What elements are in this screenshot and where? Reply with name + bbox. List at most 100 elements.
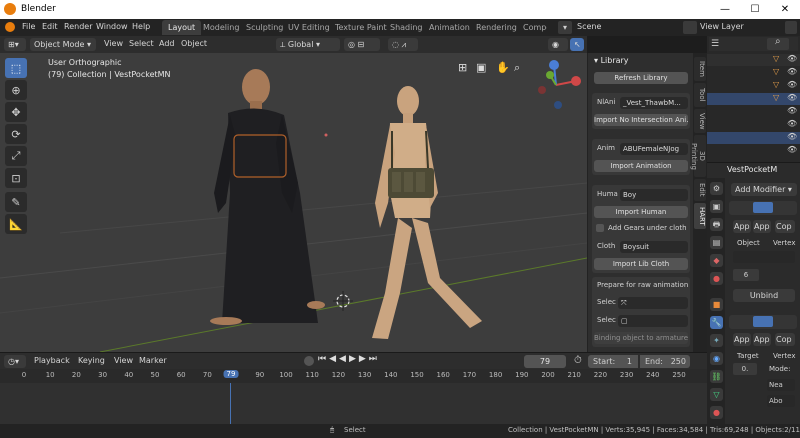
timeline-menu-view[interactable]: View xyxy=(114,356,133,365)
scene-icon[interactable]: ▾ xyxy=(558,21,572,34)
visibility-icon[interactable]: ◉ xyxy=(548,38,568,51)
copy-button-2[interactable]: Cop xyxy=(775,333,795,346)
current-frame-field[interactable]: 79 xyxy=(524,355,566,368)
measure-icon[interactable]: 📐 xyxy=(5,214,27,234)
tab-compositing[interactable]: Compo xyxy=(517,20,547,35)
outliner-editor-icon[interactable]: ☰ xyxy=(711,39,719,49)
tab-animation[interactable]: Animation xyxy=(423,20,476,35)
timeline-menu-keying[interactable]: Keying xyxy=(78,356,105,365)
select1-field[interactable]: ⤧ xyxy=(618,297,688,309)
render-props-icon[interactable]: ▣ xyxy=(710,200,723,213)
import-human-button[interactable]: Import Human xyxy=(594,206,688,218)
outliner-row[interactable]: ▽ 👁 xyxy=(707,67,800,79)
apply-as-shape-button-2[interactable]: App xyxy=(753,333,771,346)
blender-menu-icon[interactable] xyxy=(5,22,15,32)
object-props-icon[interactable]: ■ xyxy=(710,298,723,311)
constraints-props-icon[interactable]: ⛓ xyxy=(710,370,723,383)
import-animation-button[interactable]: Import Animation xyxy=(594,160,688,172)
timeline-body[interactable] xyxy=(0,383,707,424)
apply-button-2[interactable]: App xyxy=(733,333,751,346)
tab-item[interactable]: Item xyxy=(694,57,706,81)
menu-edit[interactable]: Edit xyxy=(42,22,58,31)
unbind-button[interactable]: Unbind xyxy=(733,289,795,302)
timeline-ruler[interactable]: 0 10 20 30 40 50 60 70 79 90 100 110 120 130 140 150 160… xyxy=(0,369,707,383)
outliner-row[interactable]: 👁 xyxy=(707,145,800,157)
3d-viewport[interactable]: User Orthographic (79) Collection | Vest… xyxy=(0,53,587,352)
import-lib-cloth-button[interactable]: Import Lib Cloth xyxy=(594,258,688,270)
playback-controls[interactable]: ⏮◀◀▶▶⏭ xyxy=(318,354,380,364)
count-field[interactable]: 6 xyxy=(733,269,759,281)
nlani-dropdown[interactable]: _Vest_ThawbM... xyxy=(620,97,688,109)
close-button[interactable]: ✕ xyxy=(770,2,800,17)
view-layer-new-icon[interactable] xyxy=(785,21,797,34)
particles-props-icon[interactable]: ✦ xyxy=(710,334,723,347)
add-gears-checkbox[interactable] xyxy=(596,224,604,232)
tab-3d-printing[interactable]: 3D Printing xyxy=(690,135,706,177)
minimize-button[interactable]: — xyxy=(710,2,740,17)
binding-button[interactable]: Binding object to armature xyxy=(594,332,688,344)
object-field[interactable] xyxy=(733,251,795,263)
modifier-props-icon[interactable]: 🔧 xyxy=(710,316,723,329)
navigation-gizmo[interactable] xyxy=(528,57,584,113)
apply-as-shape-button-1[interactable]: App xyxy=(753,220,771,233)
apply-button-1[interactable]: App xyxy=(733,220,751,233)
move-icon[interactable]: ✥ xyxy=(5,102,27,122)
material-props-icon[interactable]: ● xyxy=(710,406,723,419)
start-frame-field[interactable]: Start: 1 xyxy=(588,355,638,368)
select2-field[interactable]: ▢ xyxy=(618,315,688,327)
timeline-menu-marker[interactable]: Marker xyxy=(139,356,167,365)
tab-shading[interactable]: Shading xyxy=(384,20,429,35)
editor-type-button[interactable]: ⊞▾ xyxy=(4,38,26,51)
transform-icon[interactable]: ⊡ xyxy=(5,168,27,188)
orientation-dropdown[interactable]: ⟂ Global ▾ xyxy=(276,38,340,51)
timeline-menu-playback[interactable]: Playback xyxy=(34,356,70,365)
camera-icon[interactable]: ▣ xyxy=(476,61,490,75)
menu-file[interactable]: File xyxy=(22,22,35,31)
tool-props-icon[interactable]: ⚙ xyxy=(710,182,723,195)
tab-uv-editing[interactable]: UV Editing xyxy=(282,20,336,35)
tab-edit[interactable]: Edit xyxy=(694,179,706,201)
tab-hart[interactable]: HART xyxy=(694,203,706,229)
outliner-row[interactable]: 👁 xyxy=(707,106,800,118)
end-frame-field[interactable]: End: 250 xyxy=(640,355,690,368)
vp-menu-object[interactable]: Object xyxy=(181,39,207,48)
maximize-button[interactable]: ☐ xyxy=(740,2,770,17)
world-props-icon[interactable]: ● xyxy=(710,272,723,285)
search-icon[interactable]: ⌕ xyxy=(775,36,781,47)
anim-dropdown[interactable]: ABUFemaleNJog xyxy=(620,143,688,155)
scene-new-icon[interactable] xyxy=(683,21,697,34)
preview-range-icon[interactable]: ⏱ xyxy=(574,355,582,366)
scene-name[interactable]: Scene xyxy=(577,22,601,31)
output-props-icon[interactable]: 🖶 xyxy=(710,218,723,231)
human-dropdown[interactable]: Boy xyxy=(620,189,688,201)
refresh-library-button[interactable]: Refresh Library xyxy=(594,72,688,84)
nearest-dropdown[interactable]: Nea xyxy=(767,379,795,391)
data-props-icon[interactable]: ▽ xyxy=(710,388,723,401)
vp-menu-view[interactable]: View xyxy=(104,39,123,48)
modifier-2-header[interactable] xyxy=(729,315,797,329)
pan-hand-icon[interactable]: ✋ xyxy=(496,61,510,75)
proportional-edit-button[interactable]: ◌ ⩘ xyxy=(388,38,418,51)
select-box-icon[interactable]: ⬚ xyxy=(5,58,27,78)
annotate-icon[interactable]: ✎ xyxy=(5,192,27,212)
outliner-row[interactable]: 👁 xyxy=(707,119,800,131)
timeline-editor-icon[interactable]: ◷▾ xyxy=(4,355,26,368)
copy-button-1[interactable]: Cop xyxy=(775,220,795,233)
zero-field[interactable]: 0. xyxy=(733,363,757,375)
timeline-current-frame-marker[interactable]: 79 xyxy=(223,370,239,378)
grid-view-icon[interactable]: ⊞ xyxy=(458,61,472,75)
tab-tool[interactable]: Tool xyxy=(694,83,706,107)
view-layer-name[interactable]: View Layer xyxy=(700,22,744,31)
import-no-intersection-button[interactable]: Import No Intersection Ani... xyxy=(594,114,688,126)
vp-menu-add[interactable]: Add xyxy=(159,39,175,48)
modifier-1-header[interactable] xyxy=(729,201,797,215)
scale-icon[interactable]: ⤢ xyxy=(5,146,27,166)
record-icon[interactable] xyxy=(304,356,314,366)
above-dropdown[interactable]: Abo xyxy=(767,395,795,407)
tab-rendering[interactable]: Rendering xyxy=(470,20,523,35)
tab-modeling[interactable]: Modeling xyxy=(197,20,245,35)
vp-menu-select[interactable]: Select xyxy=(129,39,154,48)
outliner-row[interactable]: ▽ 👁 xyxy=(707,54,800,66)
rotate-icon[interactable]: ⟳ xyxy=(5,124,27,144)
menu-help[interactable]: Help xyxy=(132,22,150,31)
